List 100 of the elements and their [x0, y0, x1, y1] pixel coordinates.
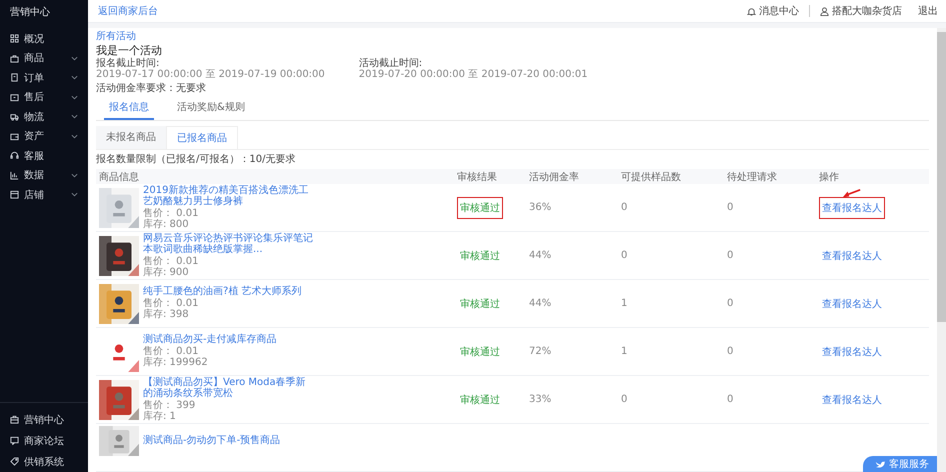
tab[interactable]: 活动奖励&规则 — [172, 98, 250, 120]
product-title-link[interactable]: 测试商品勿买-走付减库存商品 — [143, 334, 313, 346]
product-stock: 库存: 900 — [143, 267, 190, 278]
sidebar-item-label: 店铺 — [24, 188, 45, 202]
messages-button[interactable]: 消息中心 — [747, 4, 799, 18]
product-price: 售价： 0.01 — [143, 208, 200, 218]
breadcrumb-link[interactable]: 所有活动 — [96, 30, 929, 43]
scrollbar[interactable] — [937, 28, 946, 472]
table-cell: 72% — [529, 346, 552, 357]
table-cell: 44% — [529, 250, 552, 261]
table-cell: 0 — [621, 394, 628, 405]
sidebar-item[interactable]: 营销中心 — [0, 409, 88, 430]
product-stock: 库存: 1 — [143, 411, 177, 422]
table-cell: 1 — [621, 346, 628, 357]
product-price: 售价： 399 — [143, 400, 196, 410]
customer-service-button[interactable]: 客服服务 — [863, 456, 937, 472]
sidebar-item[interactable]: 概况 — [0, 29, 88, 48]
period-value: 2019-07-20 00:00:00 至 2019-07-20 00:00:01 — [358, 69, 588, 80]
view-signups-link[interactable]: 查看报名达人 — [819, 388, 885, 410]
sidebar-item-label: 供销系统 — [24, 456, 65, 468]
chevron-down-icon — [71, 94, 78, 100]
sidebar-item[interactable]: 资产 — [0, 126, 88, 146]
product-stock: 库存: 398 — [143, 309, 190, 321]
grid-icon — [10, 34, 19, 44]
signup-limit: 报名数量限制（已报名/可报名）：10/无要求 — [96, 154, 296, 166]
product-title-link[interactable]: 2019新款推荐の精美百搭浅色漂洗工艺奶酪魅力男士修身裤 — [143, 184, 313, 208]
sidebar-item[interactable]: 供销系统 — [0, 451, 88, 472]
table-cell: 0 — [727, 298, 734, 309]
period-label: 报名截止时间: — [96, 58, 160, 69]
back-link[interactable]: 返回商家后台 — [98, 4, 158, 18]
truck-icon — [10, 112, 19, 122]
table-cell: 44% — [529, 298, 552, 309]
view-signups-link[interactable]: 查看报名达人 — [819, 340, 885, 362]
sidebar-item-label: 商品 — [24, 52, 45, 66]
product-price: 售价： 0.01 — [143, 298, 200, 309]
wallet-icon — [10, 132, 19, 141]
sidebar-item[interactable]: 商家论坛 — [0, 430, 88, 451]
column-header: 操作 — [819, 170, 840, 184]
table-cell: 0 — [621, 250, 628, 261]
headset-icon — [10, 151, 19, 160]
bell-icon — [747, 6, 756, 16]
sidebar-item-label: 售后 — [24, 90, 45, 104]
table-cell: 0 — [727, 394, 734, 405]
status-text: 审核通过 — [459, 250, 501, 264]
product-title-link[interactable]: 纯手工腰色的油画?植 艺术大师系列 — [143, 286, 313, 298]
sidebar-item-label: 营销中心 — [24, 414, 65, 426]
sidebar-item-label: 资产 — [24, 130, 45, 144]
table-cell: 36% — [529, 202, 552, 213]
sidebar-item-label: 数据 — [24, 169, 45, 182]
chevron-down-icon — [71, 56, 78, 61]
sidebar-item[interactable]: 订单 — [0, 68, 88, 88]
logout-link[interactable]: 退出 — [918, 4, 938, 18]
column-header: 活动佣金率 — [529, 170, 580, 184]
column-header: 可提供样品数 — [621, 170, 682, 184]
sidebar-item[interactable]: 店铺 — [0, 185, 88, 204]
store-icon — [10, 190, 19, 200]
sidebar-item[interactable]: 数据 — [0, 166, 88, 185]
commission-requirement: 活动佣金率要求：无要求 — [96, 83, 207, 95]
sub-tab[interactable]: 未报名商品 — [96, 126, 166, 149]
activity-title: 我是一个活动 — [96, 43, 163, 58]
sidebar-item-label: 订单 — [24, 72, 45, 85]
period-value: 2019-07-17 00:00:00 至 2019-07-19 00:00:00 — [96, 69, 325, 80]
sidebar-item-label: 物流 — [24, 110, 45, 124]
chevron-down-icon — [71, 75, 78, 80]
user-menu[interactable]: 搭配大咖杂货店 — [820, 4, 902, 18]
sidebar-item[interactable]: 售后 — [0, 88, 88, 107]
product-title-link[interactable]: 网易云音乐评论热评书评论集乐评笔记本歌词歌曲稀缺绝版掌握... — [143, 232, 313, 256]
sidebar-item-label: 商家论坛 — [24, 434, 65, 448]
column-header: 商品信息 — [99, 170, 140, 184]
view-signups-link[interactable]: 查看报名达人 — [819, 196, 885, 218]
product-title-link[interactable]: 测试商品-勿动勿下单-预售商品 — [143, 435, 313, 447]
sub-tab[interactable]: 已报名商品 — [166, 126, 238, 149]
chat-icon — [10, 436, 19, 445]
sidebar-item-label: 概况 — [24, 32, 45, 46]
bird-icon — [875, 460, 885, 468]
box-icon — [10, 92, 19, 102]
user-icon — [820, 6, 829, 16]
status-text: 审核通过 — [459, 298, 501, 312]
product-title-link[interactable]: 【测试商品勿买】Vero Moda春季新的涌动条纹系带宽松 — [143, 376, 313, 400]
column-header: 待处理请求 — [727, 170, 778, 184]
product-stock: 库存: 800 — [143, 219, 190, 230]
sidebar-item[interactable]: 商品 — [0, 48, 88, 68]
bag-icon — [10, 54, 19, 63]
table-cell: 0 — [727, 346, 734, 357]
chevron-down-icon — [71, 172, 78, 178]
briefcase-icon — [10, 415, 19, 424]
view-signups-link[interactable]: 查看报名达人 — [819, 292, 885, 314]
product-price: 售价： 0.01 — [143, 346, 200, 357]
product-price: 售价： 0.01 — [143, 256, 200, 266]
tag-icon — [10, 457, 19, 466]
sidebar-item[interactable]: 客服 — [0, 146, 88, 166]
sidebar-item[interactable]: 物流 — [0, 107, 88, 126]
chevron-down-icon — [71, 114, 78, 120]
view-signups-link[interactable]: 查看报名达人 — [819, 244, 885, 266]
status-text: 审核通过 — [457, 196, 503, 218]
chevron-down-icon — [71, 134, 78, 139]
chevron-down-icon — [71, 192, 78, 198]
period-label: 活动截止时间: — [358, 58, 424, 69]
tab[interactable]: 报名信息 — [104, 98, 154, 120]
table-cell: 1 — [621, 298, 628, 309]
